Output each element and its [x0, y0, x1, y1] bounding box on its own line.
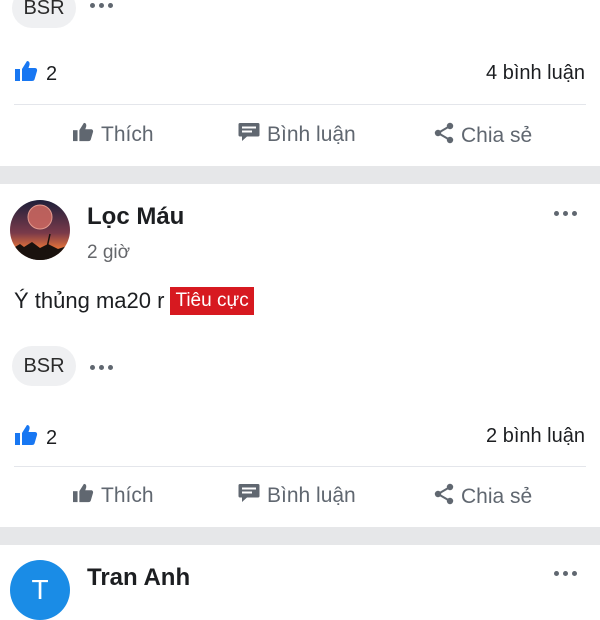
tag-chip[interactable]: BSR: [12, 0, 76, 28]
more-options-icon[interactable]: [90, 362, 113, 372]
avatar[interactable]: [10, 200, 70, 260]
author-name[interactable]: Tran Anh: [87, 564, 190, 592]
post-actions-bar: Thích Bình luận Chia sẻ: [0, 477, 600, 517]
reactions-summary[interactable]: 2: [14, 424, 57, 452]
comment-count[interactable]: 4 bình luận: [486, 62, 585, 85]
like-label: Thích: [101, 123, 154, 146]
divider: [14, 466, 586, 467]
share-label: Chia sẻ: [461, 124, 533, 147]
thumbs-up-icon: [72, 483, 94, 509]
like-label: Thích: [101, 484, 154, 507]
comment-icon: [238, 122, 260, 148]
more-options-icon[interactable]: [554, 208, 577, 218]
like-count: 2: [46, 62, 58, 85]
author-name[interactable]: Lọc Máu: [87, 203, 184, 231]
post-content: Ý thủng ma20 r Tiêu cực: [14, 287, 254, 315]
like-button[interactable]: Thích: [72, 122, 154, 148]
like-count: 2: [46, 426, 58, 449]
comment-icon: [238, 483, 260, 509]
comment-count[interactable]: 2 bình luận: [486, 425, 585, 448]
reactions-summary[interactable]: 2: [14, 60, 57, 88]
tag-chip[interactable]: BSR: [12, 346, 76, 386]
post-time[interactable]: 2 giờ: [87, 242, 130, 264]
avatar[interactable]: T: [10, 560, 70, 620]
comment-label: Bình luận: [267, 123, 356, 146]
share-label: Chia sẻ: [461, 485, 533, 508]
like-button[interactable]: Thích: [72, 483, 154, 509]
like-icon: [14, 424, 38, 452]
share-icon: [434, 483, 454, 511]
sentiment-badge: Tiêu cực: [170, 287, 254, 315]
chip-label: BSR: [23, 0, 65, 19]
post-separator: [0, 527, 600, 545]
more-options-icon[interactable]: [554, 568, 577, 578]
post-actions-bar: Thích Bình luận Chia sẻ: [0, 116, 600, 156]
comment-button[interactable]: Bình luận: [238, 122, 356, 148]
comment-label: Bình luận: [267, 484, 356, 507]
thumbs-up-icon: [72, 122, 94, 148]
comment-button[interactable]: Bình luận: [238, 483, 356, 509]
share-icon: [434, 122, 454, 150]
post-text: Ý thủng ma20 r: [14, 288, 165, 313]
more-options-icon[interactable]: [90, 0, 113, 10]
share-button[interactable]: Chia sẻ: [434, 122, 532, 150]
like-icon: [14, 60, 38, 88]
divider: [14, 104, 586, 105]
chip-label: BSR: [23, 354, 65, 377]
share-button[interactable]: Chia sẻ: [434, 483, 532, 511]
avatar-initial: T: [31, 574, 49, 605]
post-separator: [0, 166, 600, 184]
